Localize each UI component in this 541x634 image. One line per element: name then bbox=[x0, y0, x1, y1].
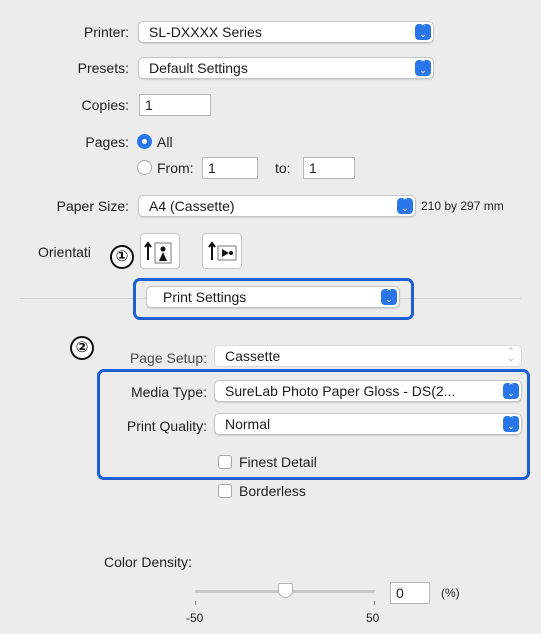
printer-popup[interactable]: SL-DXXXX Series ⌃ ⌄ bbox=[138, 21, 434, 43]
orientation-label: Orientati bbox=[38, 244, 91, 260]
print-quality-popup[interactable]: Normal ⌃ ⌄ bbox=[214, 413, 522, 435]
presets-label: Presets: bbox=[77, 60, 129, 76]
panel-selector-value: Print Settings bbox=[163, 289, 247, 305]
panel-selector-popup[interactable]: Print Settings ⌃ ⌄ bbox=[146, 286, 400, 308]
finest-detail-label: Finest Detail bbox=[239, 454, 317, 470]
pages-to-field[interactable]: 1 bbox=[303, 157, 355, 179]
chevron-updown-icon: ⌃ ⌄ bbox=[415, 23, 431, 40]
paper-size-label: Paper Size: bbox=[56, 198, 129, 214]
borderless-checkbox[interactable] bbox=[218, 484, 232, 498]
paper-size-value: A4 (Cassette) bbox=[149, 198, 235, 214]
slider-tick-max bbox=[374, 601, 375, 605]
pages-from-field[interactable]: 1 bbox=[202, 157, 258, 179]
pages-all-label: All bbox=[157, 134, 173, 150]
paper-dimensions: 210 by 297 mm bbox=[421, 199, 504, 213]
pages-from-label: From: bbox=[157, 160, 194, 176]
slider-tick-min bbox=[195, 601, 196, 605]
finest-detail-checkbox[interactable] bbox=[218, 455, 232, 469]
color-density-unit: (%) bbox=[441, 586, 460, 600]
pages-label: Pages: bbox=[85, 134, 129, 150]
color-density-value: 0 bbox=[396, 585, 404, 601]
page-setup-popup: Cassette ⌃ ⌄ bbox=[214, 345, 522, 367]
borderless-label: Borderless bbox=[239, 483, 306, 499]
media-type-value: SureLab Photo Paper Gloss - DS(2... bbox=[225, 383, 456, 399]
portrait-icon bbox=[144, 241, 172, 264]
printer-value: SL-DXXXX Series bbox=[149, 24, 262, 40]
callout-2-badge: ② bbox=[70, 336, 94, 360]
slider-min-label: -50 bbox=[186, 611, 204, 625]
pages-all-radio[interactable] bbox=[137, 134, 152, 149]
color-density-label: Color Density: bbox=[104, 554, 192, 570]
media-type-popup[interactable]: SureLab Photo Paper Gloss - DS(2... ⌃ ⌄ bbox=[214, 380, 522, 402]
presets-popup[interactable]: Default Settings ⌃ ⌄ bbox=[138, 57, 434, 79]
copies-value: 1 bbox=[145, 97, 153, 113]
print-quality-value: Normal bbox=[225, 416, 271, 432]
chevron-updown-icon: ⌃ ⌄ bbox=[397, 197, 413, 214]
chevron-updown-icon: ⌃ ⌄ bbox=[503, 415, 519, 432]
presets-value: Default Settings bbox=[149, 60, 248, 76]
chevron-updown-icon: ⌃ ⌄ bbox=[503, 382, 519, 399]
slider-thumb[interactable] bbox=[278, 583, 293, 598]
pages-to-value: 1 bbox=[309, 160, 317, 176]
color-density-slider[interactable] bbox=[195, 583, 375, 599]
copies-label: Copies: bbox=[81, 97, 129, 113]
chevron-updown-icon: ⌃ ⌄ bbox=[381, 288, 397, 305]
color-density-field[interactable]: 0 bbox=[390, 582, 430, 604]
copies-field[interactable]: 1 bbox=[139, 94, 211, 116]
pages-to-label: to: bbox=[275, 160, 291, 176]
print-quality-label: Print Quality: bbox=[126, 418, 207, 434]
orientation-landscape-button[interactable] bbox=[202, 233, 242, 269]
chevron-updown-icon: ⌃ ⌄ bbox=[415, 59, 431, 76]
pages-from-value: 1 bbox=[208, 160, 216, 176]
slider-max-label: 50 bbox=[366, 611, 380, 625]
printer-label: Printer: bbox=[83, 24, 129, 40]
media-type-label: Media Type: bbox=[130, 384, 207, 400]
chevron-updown-icon: ⌃ ⌄ bbox=[507, 346, 515, 363]
page-setup-label: Page Setup: bbox=[129, 350, 207, 366]
orientation-portrait-button[interactable] bbox=[140, 233, 180, 269]
page-setup-value: Cassette bbox=[225, 348, 281, 364]
landscape-icon bbox=[208, 241, 237, 261]
paper-size-popup[interactable]: A4 (Cassette) ⌃ ⌄ bbox=[138, 195, 416, 217]
callout-1-badge: ① bbox=[110, 245, 134, 269]
pages-from-radio[interactable] bbox=[137, 160, 152, 175]
